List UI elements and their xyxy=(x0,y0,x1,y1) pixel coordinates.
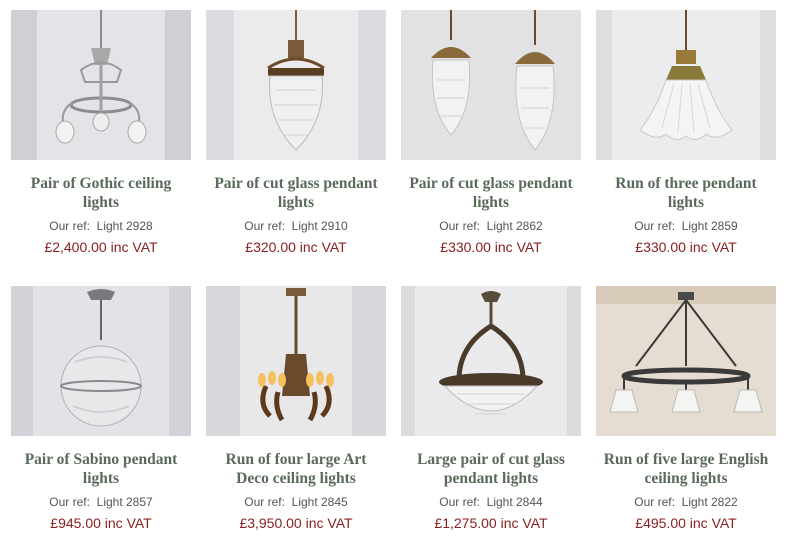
ref-value: Light 2845 xyxy=(291,495,348,509)
product-image[interactable] xyxy=(11,286,191,436)
ref-label: Our ref: xyxy=(439,219,480,233)
ref-label: Our ref: xyxy=(49,219,90,233)
ref-label: Our ref: xyxy=(634,495,675,509)
product-title[interactable]: Run of five large English ceiling lights xyxy=(596,450,776,488)
product-card[interactable]: Pair of Sabino pendant lights Our ref: L… xyxy=(11,286,191,546)
ref-value: Light 2822 xyxy=(681,495,738,509)
product-image[interactable] xyxy=(401,10,581,160)
product-ref: Our ref: Light 2845 xyxy=(206,495,386,509)
product-card[interactable]: Run of four large Art Deco ceiling light… xyxy=(206,286,386,546)
product-ref: Our ref: Light 2862 xyxy=(401,219,581,233)
product-grid: Pair of Gothic ceiling lights Our ref: L… xyxy=(11,10,776,546)
product-image[interactable] xyxy=(596,286,776,436)
ref-label: Our ref: xyxy=(634,219,675,233)
product-card[interactable]: Pair of cut glass pendant lights Our ref… xyxy=(401,10,581,286)
product-price: £330.00 inc VAT xyxy=(635,239,737,255)
product-image[interactable] xyxy=(206,286,386,436)
product-price: £320.00 inc VAT xyxy=(245,239,347,255)
product-price: £2,400.00 inc VAT xyxy=(44,239,158,255)
product-ref: Our ref: Light 2844 xyxy=(401,495,581,509)
product-price: £330.00 inc VAT xyxy=(440,239,542,255)
ref-value: Light 2928 xyxy=(96,219,153,233)
product-price: £945.00 inc VAT xyxy=(50,515,152,531)
product-image[interactable] xyxy=(206,10,386,160)
product-title[interactable]: Run of four large Art Deco ceiling light… xyxy=(206,450,386,488)
product-ref: Our ref: Light 2928 xyxy=(11,219,191,233)
product-title[interactable]: Pair of cut glass pendant lights xyxy=(206,174,386,212)
product-card[interactable]: Pair of cut glass pendant lights Our ref… xyxy=(206,10,386,286)
ref-label: Our ref: xyxy=(439,495,480,509)
product-title[interactable]: Run of three pendant lights xyxy=(596,174,776,212)
product-image[interactable] xyxy=(11,10,191,160)
product-card[interactable]: Large pair of cut glass pendant lights O… xyxy=(401,286,581,546)
product-ref: Our ref: Light 2859 xyxy=(596,219,776,233)
product-price: £495.00 inc VAT xyxy=(635,515,737,531)
product-title[interactable]: Pair of cut glass pendant lights xyxy=(401,174,581,212)
product-image[interactable] xyxy=(596,10,776,160)
ref-value: Light 2910 xyxy=(291,219,348,233)
product-card[interactable]: Run of five large English ceiling lights… xyxy=(596,286,776,546)
product-ref: Our ref: Light 2910 xyxy=(206,219,386,233)
ref-value: Light 2862 xyxy=(486,219,543,233)
product-ref: Our ref: Light 2822 xyxy=(596,495,776,509)
ref-label: Our ref: xyxy=(244,495,285,509)
product-price: £1,275.00 inc VAT xyxy=(434,515,548,531)
ref-value: Light 2857 xyxy=(96,495,153,509)
ref-label: Our ref: xyxy=(244,219,285,233)
ref-label: Our ref: xyxy=(49,495,90,509)
product-title[interactable]: Pair of Gothic ceiling lights xyxy=(11,174,191,212)
ref-value: Light 2844 xyxy=(486,495,543,509)
product-price: £3,950.00 inc VAT xyxy=(239,515,353,531)
product-ref: Our ref: Light 2857 xyxy=(11,495,191,509)
product-card[interactable]: Pair of Gothic ceiling lights Our ref: L… xyxy=(11,10,191,286)
product-card[interactable]: Run of three pendant lights Our ref: Lig… xyxy=(596,10,776,286)
product-title[interactable]: Large pair of cut glass pendant lights xyxy=(401,450,581,488)
product-title[interactable]: Pair of Sabino pendant lights xyxy=(11,450,191,488)
product-image[interactable] xyxy=(401,286,581,436)
ref-value: Light 2859 xyxy=(681,219,738,233)
